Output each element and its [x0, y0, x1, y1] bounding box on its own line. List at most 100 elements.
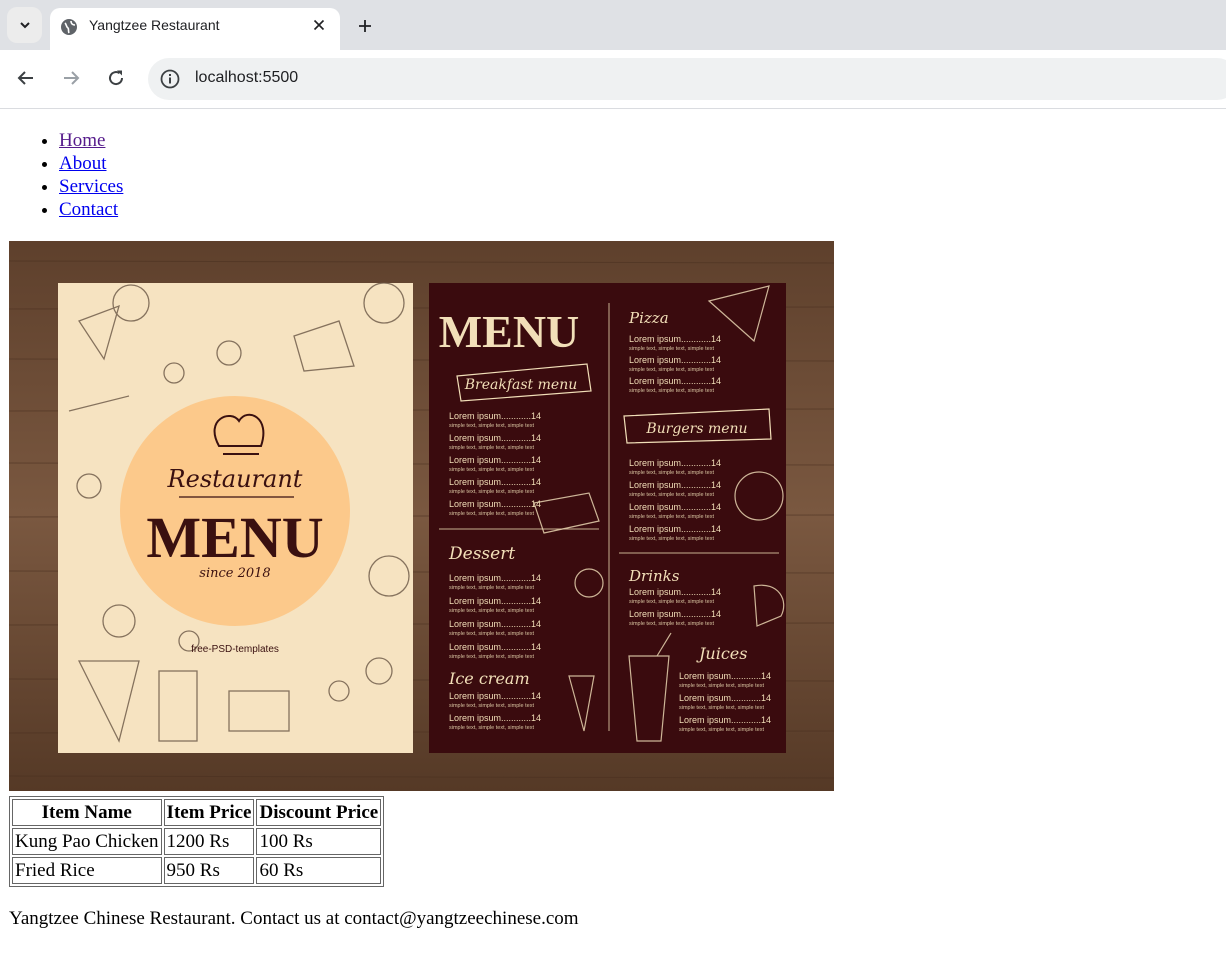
menu-entry-line: Lorem ipsum............14 [679, 715, 771, 725]
column-header-item-price: Item Price [163, 799, 255, 826]
menu-entry-subline: simple text, simple text, simple text [449, 725, 534, 731]
menu-entry-subline: simple text, simple text, simple text [629, 599, 714, 605]
tab-title: Yangtzee Restaurant [89, 17, 220, 33]
menu-entry-line: Lorem ipsum............14 [629, 609, 721, 619]
menu-entry-line: Lorem ipsum............14 [449, 411, 541, 421]
menu-cover-panel: Restaurant MENU since 2018 free-PSD-temp… [58, 282, 413, 753]
new-tab-button[interactable] [352, 13, 378, 39]
menu-entry-line: Lorem ipsum............14 [679, 693, 771, 703]
address-bar[interactable]: localhost:5500 [148, 58, 1226, 100]
reload-icon [109, 70, 124, 86]
close-icon [313, 19, 325, 31]
menu-entry-line: Lorem ipsum............14 [449, 499, 541, 509]
menu-entry-line: Lorem ipsum............14 [629, 502, 721, 512]
info-icon[interactable] [159, 68, 181, 90]
menu-entry-line: Lorem ipsum............14 [449, 642, 541, 652]
menu-entry-subline: simple text, simple text, simple text [449, 445, 534, 451]
menu-entry-subline: simple text, simple text, simple text [629, 621, 714, 627]
menu-entry-subline: simple text, simple text, simple text [679, 727, 764, 733]
menu-entry-subline: simple text, simple text, simple text [449, 608, 534, 614]
nav-item-services: Services [59, 175, 123, 198]
back-button[interactable] [11, 63, 41, 93]
nav-item-about: About [59, 152, 123, 175]
price-table: Item Name Item Price Discount Price Kung… [9, 796, 385, 887]
menu-entry-subline: simple text, simple text, simple text [629, 492, 714, 498]
section-drinks: Drinks [628, 567, 680, 585]
cover-since: since 2018 [199, 566, 270, 581]
menu-entry-subline: simple text, simple text, simple text [629, 514, 714, 520]
menu-entry-line: Lorem ipsum............14 [449, 477, 541, 487]
browser-tab[interactable]: Yangtzee Restaurant [50, 8, 340, 50]
menu-entry-subline: simple text, simple text, simple text [449, 511, 534, 517]
browser-toolbar: localhost:5500 [0, 50, 1226, 109]
section-ice-cream: Ice cream [448, 669, 530, 688]
cell-item-name: Kung Pao Chicken [12, 828, 162, 855]
menu-entry-subline: simple text, simple text, simple text [629, 470, 714, 476]
nav-link-services[interactable]: Services [59, 176, 123, 197]
cell-discount-price: 60 Rs [256, 857, 382, 884]
nav-item-contact: Contact [59, 198, 123, 221]
menu-entry-subline: simple text, simple text, simple text [679, 683, 764, 689]
cover-brand: free-PSD-templates [191, 644, 279, 655]
menu-entry-line: Lorem ipsum............14 [449, 433, 541, 443]
chevron-down-icon [19, 22, 30, 29]
arrow-right-icon [64, 71, 80, 85]
section-pizza: Pizza [628, 309, 669, 327]
column-header-discount-price: Discount Price [256, 799, 382, 826]
cell-item-price: 950 Rs [163, 857, 255, 884]
menu-entry-line: Lorem ipsum............14 [449, 619, 541, 629]
menu-entry-subline: simple text, simple text, simple text [449, 489, 534, 495]
tab-search-button[interactable] [7, 7, 42, 43]
menu-items-panel: MENU Breakfast menu Pizza Burgers menu D… [429, 283, 786, 753]
menu-entry-line: Lorem ipsum............14 [629, 355, 721, 365]
close-tab-button[interactable] [308, 14, 330, 36]
menu-entry-subline: simple text, simple text, simple text [449, 654, 534, 660]
section-juices: Juices [696, 644, 747, 663]
web-page: Home About Services Contact [0, 109, 1226, 967]
cell-item-name: Fried Rice [12, 857, 162, 884]
menu-entry-line: Lorem ipsum............14 [629, 524, 721, 534]
menu-entry-subline: simple text, simple text, simple text [679, 705, 764, 711]
menu-entry-subline: simple text, simple text, simple text [629, 536, 714, 542]
nav-link-home[interactable]: Home [59, 130, 105, 151]
cell-item-price: 1200 Rs [163, 828, 255, 855]
cover-heading: Restaurant [167, 465, 303, 493]
restaurant-menu-image: Restaurant MENU since 2018 free-PSD-temp… [9, 241, 834, 791]
url-text[interactable]: localhost:5500 [195, 69, 298, 87]
menu-entry-subline: simple text, simple text, simple text [629, 346, 714, 352]
browser-tab-strip: Yangtzee Restaurant [0, 0, 1226, 50]
menu-entry-line: Lorem ipsum............14 [629, 480, 721, 490]
menu-entry-line: Lorem ipsum............14 [629, 376, 721, 386]
menu-entry-subline: simple text, simple text, simple text [449, 585, 534, 591]
plus-icon [359, 20, 371, 32]
table-header-row: Item Name Item Price Discount Price [12, 799, 382, 826]
menu-entry-line: Lorem ipsum............14 [449, 596, 541, 606]
column-header-item-name: Item Name [12, 799, 162, 826]
nav-link-contact[interactable]: Contact [59, 199, 118, 220]
menu-entry-line: Lorem ipsum............14 [449, 573, 541, 583]
cell-discount-price: 100 Rs [256, 828, 382, 855]
footer-text: Yangtzee Chinese Restaurant. Contact us … [9, 908, 579, 929]
forward-button[interactable] [56, 63, 86, 93]
reload-button[interactable] [101, 63, 131, 93]
menu-entry-line: Lorem ipsum............14 [449, 455, 541, 465]
menu-entry-subline: simple text, simple text, simple text [629, 388, 714, 394]
menu-entry-line: Lorem ipsum............14 [629, 458, 721, 468]
table-row: Kung Pao Chicken 1200 Rs 100 Rs [12, 828, 382, 855]
menu-entry-subline: simple text, simple text, simple text [449, 467, 534, 473]
globe-icon [61, 19, 77, 35]
section-dessert: Dessert [448, 544, 515, 564]
menu-entry-subline: simple text, simple text, simple text [629, 367, 714, 373]
menu-entry-line: Lorem ipsum............14 [629, 334, 721, 344]
menu-entry-subline: simple text, simple text, simple text [449, 703, 534, 709]
arrow-left-icon [17, 71, 33, 85]
menu-entry-subline: simple text, simple text, simple text [449, 423, 534, 429]
menu-entry-line: Lorem ipsum............14 [629, 587, 721, 597]
cover-title: MENU [146, 505, 323, 570]
menu-entry-line: Lorem ipsum............14 [679, 671, 771, 681]
site-nav: Home About Services Contact [0, 129, 123, 221]
nav-link-about[interactable]: About [59, 153, 107, 174]
nav-item-home: Home [59, 129, 123, 152]
section-breakfast: Breakfast menu [464, 377, 577, 393]
menu-entry-line: Lorem ipsum............14 [449, 713, 541, 723]
